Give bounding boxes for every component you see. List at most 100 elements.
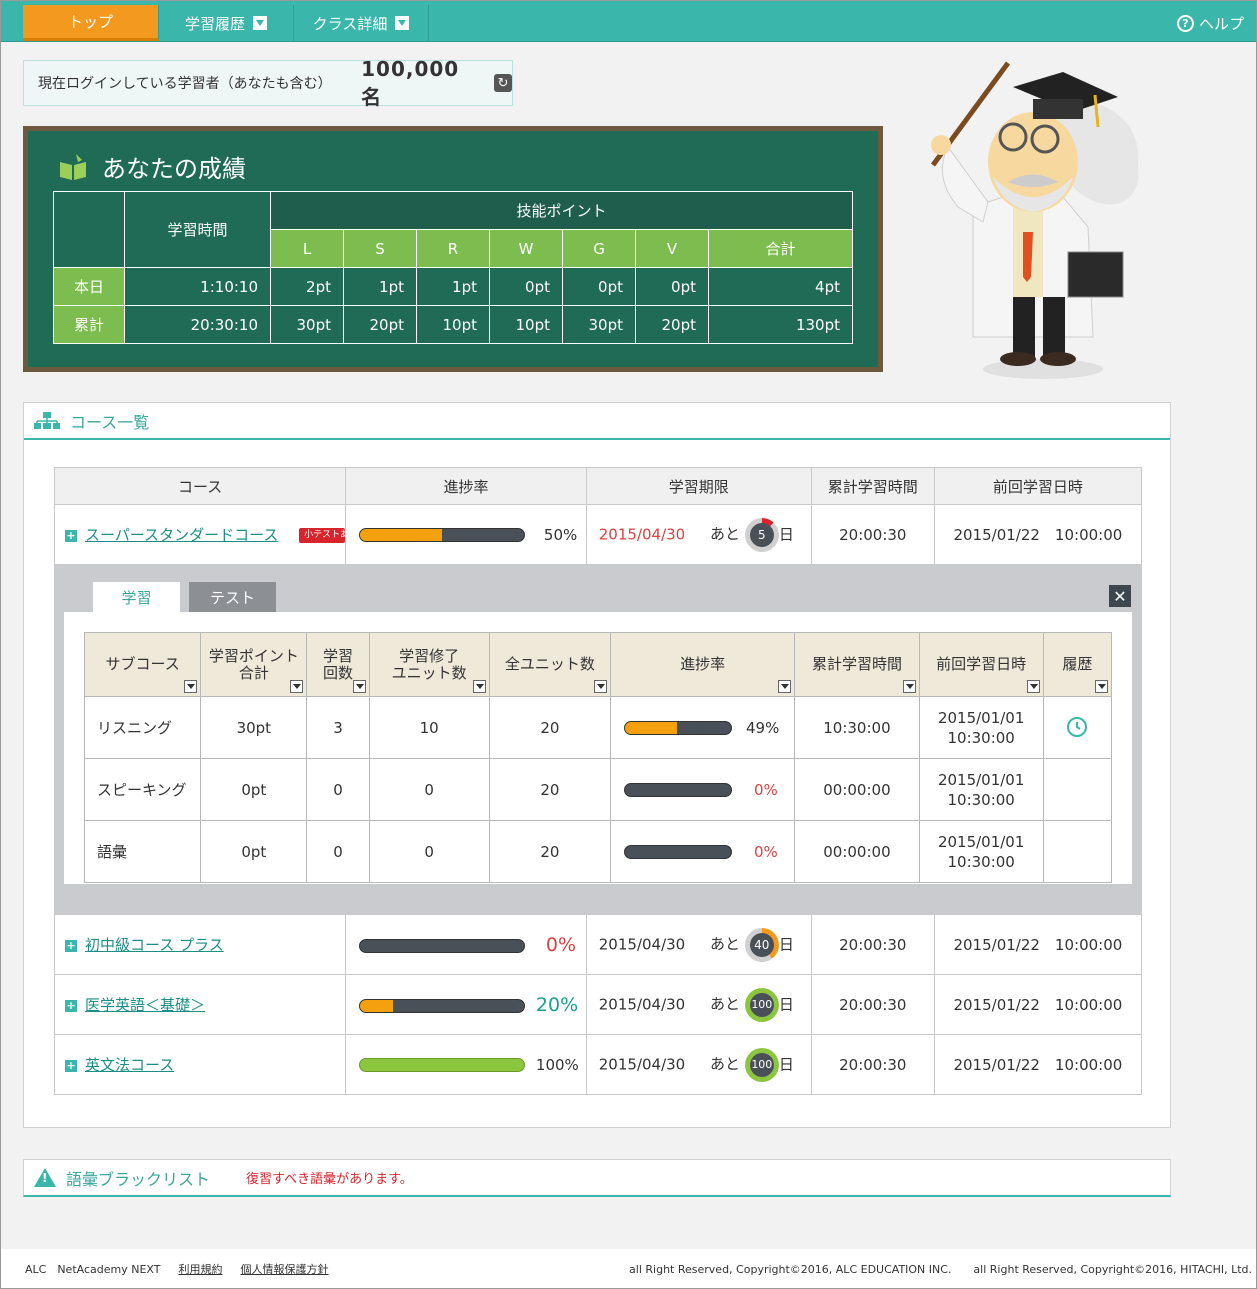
col-progress: 進捗率 [345,467,587,505]
filter-dropdown-icon[interactable] [593,680,607,693]
login-counter: 現在ログインしている学習者（あなたも含む） 100,000名 ↻ [23,57,513,109]
deadline-cell: 2015/04/30 あと 5日 [585,504,812,565]
progress-bar [359,1058,526,1072]
course-link[interactable]: 英文法コース [85,1056,174,1074]
score-point: 30pt [270,305,344,344]
sub-col-8: 履歴 [1042,632,1113,697]
sub-col-label: 学習 回数 [322,646,353,682]
subcourse-name: リスニング [83,696,202,759]
sub-col-3: 学習修了 ユニット数 [368,632,490,697]
table-row: + 英文法コース 100% 2015/04/30 あと 100 日 20:00:30… [53,1034,1143,1095]
vocab-blacklist[interactable]: 語彙ブラックリスト 復習すべき語彙があります。 [23,1159,1171,1197]
score-table: 学習時間 技能ポイント L S R W G V 合計 本日 1:10:10 2pt 1pt 1pt 0… [53,191,853,344]
subcourse-count: 0 [306,820,370,883]
skill-col-2: R [416,229,490,268]
detail-tab-study[interactable]: 学習 [93,582,180,612]
filter-dropdown-icon[interactable] [778,680,792,693]
expand-icon[interactable]: + [65,999,77,1012]
subcourse-all: 20 [488,820,611,883]
last-study: 2015/01/22 10:00:00 [933,504,1143,565]
progress-cell: 100% [345,1034,587,1095]
last-study: 2015/01/22 10:00:00 [933,974,1143,1035]
close-icon[interactable]: ✕ [1109,585,1131,607]
subcourse-name: スピーキング [83,758,202,821]
chevron-down-icon [253,16,267,30]
sub-col-2: 学習 回数 [306,632,370,697]
filter-dropdown-icon[interactable] [290,680,304,693]
course-link[interactable]: 医学英語＜基礎＞ [85,996,205,1014]
table-row: + スーパースタンダードコース 小テストあり 50% 2015/04/30 あと … [53,504,1143,565]
last-time: 10:30:00 [947,790,1015,809]
clock-icon[interactable] [1065,714,1089,738]
day-unit: 日 [778,995,794,1013]
expand-icon[interactable]: + [65,1059,77,1072]
score-point: 20pt [343,305,417,344]
subcourse-all: 20 [488,696,611,759]
progress-value: 50% [543,525,578,544]
last-time: 10:30:00 [947,852,1015,871]
score-point: 1pt [416,267,490,306]
days-remaining-dial: 5 [744,517,779,552]
privacy-link[interactable]: 個人情報保護方針 [240,1261,328,1277]
copyright: all Right Reserved, Copyright©2016, ALC … [629,1262,1252,1276]
total-time: 20:00:30 [810,974,935,1035]
course-name-cell: + 初中級コース プラス [53,914,347,975]
col-course: コース [53,467,347,505]
sub-col-1: 学習ポイント 合計 [200,632,308,697]
help-icon: ? [1176,15,1194,32]
total-time: 20:00:30 [810,504,935,565]
tab-top[interactable]: トップ [23,5,159,41]
subcourse-time: 00:00:00 [794,758,920,821]
course-link[interactable]: スーパースタンダードコース [85,526,278,544]
remaining-label: あと [710,935,741,953]
blacklist-message: 復習すべき語彙があります。 [246,1172,413,1187]
filter-dropdown-icon[interactable] [1026,680,1040,693]
score-point: 1pt [343,267,417,306]
progress-cell: 20% [345,974,587,1035]
study-time-header: 学習時間 [124,191,271,268]
score-time: 1:10:10 [124,267,271,306]
table-row: + 初中級コース プラス 0% 2015/04/30 あと 40 日 20:00:3… [53,914,1143,975]
subcourse-progress: 49% [609,696,796,759]
last-study: 2015/01/22 10:00:00 [933,914,1143,975]
skill-col-1: S [343,229,417,268]
sub-col-label: 全ユニット数 [504,655,595,673]
score-row-label: 本日 [53,267,125,306]
subcourse-points: 0pt [200,820,308,883]
progress-cell: 0% [345,914,587,975]
help-link[interactable]: ? ヘルプ [1176,13,1244,34]
skill-col-5: V [635,229,709,268]
subcourse-last: 2015/01/01 10:30:00 [918,758,1044,821]
course-list-title: コース一覧 [70,412,150,432]
sub-col-label: 累計学習時間 [811,655,902,673]
filter-dropdown-icon[interactable] [1095,680,1108,693]
total-time: 20:00:30 [810,914,935,975]
subcourse-time: 00:00:00 [794,820,920,883]
day-unit: 日 [778,1055,794,1073]
expand-icon[interactable]: + [65,939,77,952]
filter-dropdown-icon[interactable] [352,680,366,693]
filter-dropdown-icon[interactable] [184,680,198,693]
course-detail-row: 学習 テスト ✕ サブコース 学習ポイント 合計 学習 回数 学習修了 ユニット数 全ユ… [54,564,1142,915]
refresh-icon[interactable]: ↻ [494,74,512,92]
detail-tab-test[interactable]: テスト [189,582,276,612]
help-label: ヘルプ [1198,15,1244,33]
score-point: 10pt [416,305,490,344]
filter-dropdown-icon[interactable] [902,680,916,693]
filter-dropdown-icon[interactable] [472,680,486,693]
expand-icon[interactable]: + [65,529,77,542]
skill-col-6: 合計 [708,229,853,268]
tab-class-detail[interactable]: クラス詳細 [294,5,429,41]
course-link[interactable]: 初中級コース プラス [85,936,224,954]
tab-history[interactable]: 学習履歴 [159,5,294,41]
deadline-date: 2015/04/30 [598,1055,686,1073]
score-row-label: 累計 [53,305,125,344]
progress-bar [359,999,526,1013]
subcourse-points: 30pt [200,696,308,759]
sub-col-0: サブコース [83,632,202,697]
progress-bar [623,721,732,735]
course-table: コース 進捗率 学習期限 累計学習時間 前回学習日時 + スーパースタンダードコー… [53,467,1143,1095]
terms-link[interactable]: 利用規約 [178,1261,222,1277]
deadline-cell: 2015/04/30 あと 100 日 [585,1034,812,1095]
course-name-cell: + 英文法コース [53,1034,347,1095]
